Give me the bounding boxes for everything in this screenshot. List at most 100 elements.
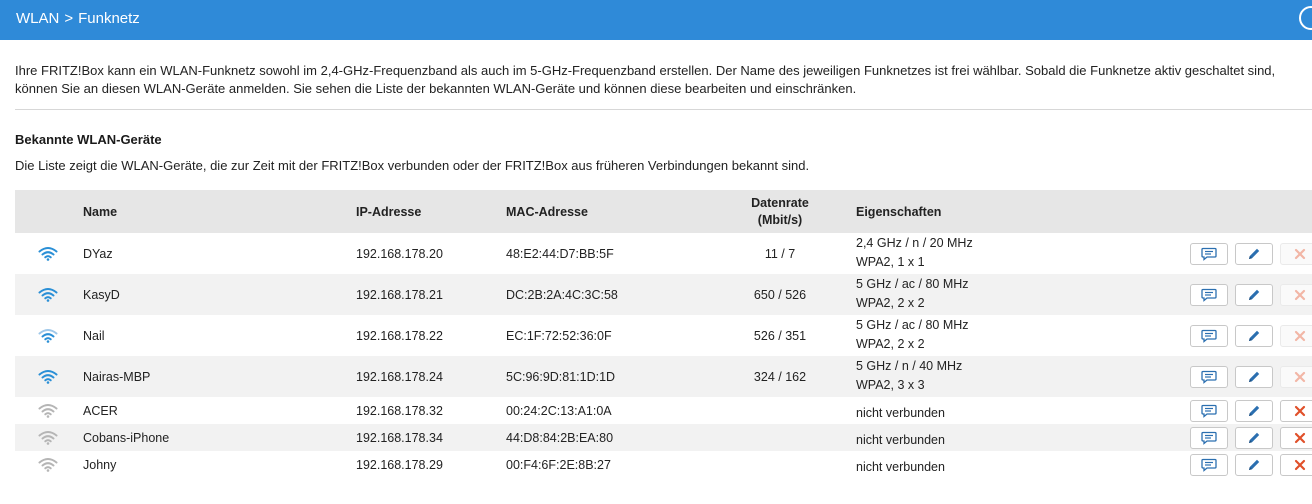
device-name: Nairas-MBP bbox=[83, 370, 151, 384]
column-header-rate-line1: Datenrate bbox=[751, 196, 809, 210]
table-header: Name IP-Adresse MAC-Adresse Datenrate (Mb… bbox=[15, 190, 1312, 233]
delete-button[interactable] bbox=[1280, 284, 1312, 306]
device-properties: 5 GHz / n / 40 MHz WPA2, 3 x 3 bbox=[856, 357, 962, 395]
device-properties-line1: nicht verbunden bbox=[856, 406, 945, 420]
close-icon bbox=[1294, 432, 1306, 444]
comment-button[interactable] bbox=[1190, 243, 1228, 265]
edit-button[interactable] bbox=[1235, 454, 1273, 476]
device-properties: nicht verbunden bbox=[856, 404, 945, 423]
comment-button[interactable] bbox=[1190, 427, 1228, 449]
table-row: Nail 192.168.178.22 EC:1F:72:52:36:0F 526 /… bbox=[15, 315, 1312, 356]
close-icon bbox=[1294, 330, 1306, 342]
device-ip: 192.168.178.21 bbox=[356, 288, 443, 302]
pencil-icon bbox=[1249, 371, 1260, 382]
wifi-signal-strong-icon bbox=[38, 246, 58, 261]
edit-button[interactable] bbox=[1235, 427, 1273, 449]
delete-button[interactable] bbox=[1280, 400, 1312, 422]
section-description: Die Liste zeigt die WLAN-Geräte, die zur… bbox=[15, 158, 810, 173]
help-icon[interactable] bbox=[1299, 6, 1312, 30]
device-properties: 5 GHz / ac / 80 MHz WPA2, 2 x 2 bbox=[856, 316, 969, 354]
table-row: Nairas-MBP 192.168.178.24 5C:96:9D:81:1D:1… bbox=[15, 356, 1312, 397]
close-icon bbox=[1294, 289, 1306, 301]
delete-button[interactable] bbox=[1280, 454, 1312, 476]
comment-button[interactable] bbox=[1190, 366, 1228, 388]
device-properties: nicht verbunden bbox=[856, 431, 945, 450]
comment-icon bbox=[1201, 404, 1217, 418]
column-header-name: Name bbox=[83, 205, 118, 219]
device-properties-line2: WPA2, 2 x 2 bbox=[856, 296, 925, 310]
section-title: Bekannte WLAN-Geräte bbox=[15, 132, 162, 147]
wifi-disconnected-icon bbox=[38, 457, 58, 472]
comment-icon bbox=[1201, 247, 1217, 261]
device-mac: 5C:96:9D:81:1D:1D bbox=[506, 370, 616, 384]
pencil-icon bbox=[1249, 432, 1260, 443]
device-name: KasyD bbox=[83, 288, 120, 302]
device-datarate: 324 / 162 bbox=[753, 370, 807, 384]
wifi-disconnected-icon bbox=[38, 403, 58, 418]
device-name: ACER bbox=[83, 404, 118, 418]
device-ip: 192.168.178.24 bbox=[356, 370, 443, 384]
device-mac: 44:D8:84:2B:EA:80 bbox=[506, 431, 614, 445]
edit-button[interactable] bbox=[1235, 400, 1273, 422]
device-properties-line1: nicht verbunden bbox=[856, 433, 945, 447]
comment-icon bbox=[1201, 431, 1217, 445]
close-icon bbox=[1294, 405, 1306, 417]
device-mac: EC:1F:72:52:36:0F bbox=[506, 329, 612, 343]
top-bar: WLAN > Funknetz bbox=[0, 0, 1312, 40]
breadcrumb-current: Funknetz bbox=[78, 10, 140, 27]
device-properties-line1: 5 GHz / ac / 80 MHz bbox=[856, 277, 969, 291]
device-ip: 192.168.178.22 bbox=[356, 329, 443, 343]
device-properties-line2: WPA2, 3 x 3 bbox=[856, 378, 925, 392]
device-mac: 48:E2:44:D7:BB:5F bbox=[506, 247, 614, 261]
breadcrumb: WLAN > Funknetz bbox=[16, 10, 140, 27]
device-datarate: 526 / 351 bbox=[753, 329, 807, 343]
device-properties-line1: 2,4 GHz / n / 20 MHz bbox=[856, 236, 973, 250]
intro-text: Ihre FRITZ!Box kann ein WLAN-Funknetz so… bbox=[15, 63, 1276, 96]
comment-button[interactable] bbox=[1190, 454, 1228, 476]
comment-button[interactable] bbox=[1190, 400, 1228, 422]
device-properties: nicht verbunden bbox=[856, 458, 945, 477]
wifi-disconnected-icon bbox=[38, 430, 58, 445]
delete-button[interactable] bbox=[1280, 243, 1312, 265]
pencil-icon bbox=[1249, 289, 1260, 300]
device-mac: DC:2B:2A:4C:3C:58 bbox=[506, 288, 618, 302]
device-name: DYaz bbox=[83, 247, 113, 261]
device-properties: 2,4 GHz / n / 20 MHz WPA2, 1 x 1 bbox=[856, 234, 973, 272]
comment-button[interactable] bbox=[1190, 325, 1228, 347]
column-header-mac: MAC-Adresse bbox=[506, 205, 588, 219]
device-ip: 192.168.178.20 bbox=[356, 247, 443, 261]
device-ip: 192.168.178.32 bbox=[356, 404, 443, 418]
column-header-ip: IP-Adresse bbox=[356, 205, 422, 219]
breadcrumb-separator: > bbox=[64, 10, 74, 27]
device-datarate: 650 / 526 bbox=[753, 288, 807, 302]
delete-button[interactable] bbox=[1280, 325, 1312, 347]
edit-button[interactable] bbox=[1235, 366, 1273, 388]
device-properties-line1: 5 GHz / n / 40 MHz bbox=[856, 359, 963, 373]
pencil-icon bbox=[1249, 330, 1260, 341]
device-properties-line1: nicht verbunden bbox=[856, 460, 945, 474]
comment-icon bbox=[1201, 288, 1217, 302]
table-row: DYaz 192.168.178.20 48:E2:44:D7:BB:5F 11 / … bbox=[15, 233, 1312, 274]
device-name: Cobans-iPhone bbox=[83, 431, 170, 445]
delete-button[interactable] bbox=[1280, 366, 1312, 388]
edit-button[interactable] bbox=[1235, 325, 1273, 347]
device-name: Johny bbox=[83, 458, 117, 472]
breadcrumb-parent[interactable]: WLAN bbox=[16, 10, 59, 27]
pencil-icon bbox=[1249, 405, 1260, 416]
comment-button[interactable] bbox=[1190, 284, 1228, 306]
device-mac: 00:F4:6F:2E:8B:27 bbox=[506, 458, 611, 472]
comment-icon bbox=[1201, 370, 1217, 384]
column-header-properties: Eigenschaften bbox=[856, 205, 942, 219]
wifi-signal-medium-icon bbox=[38, 328, 58, 343]
wifi-signal-strong-icon bbox=[38, 369, 58, 384]
pencil-icon bbox=[1249, 459, 1260, 470]
edit-button[interactable] bbox=[1235, 284, 1273, 306]
table-row: Cobans-iPhone 192.168.178.34 44:D8:84:2B:E… bbox=[15, 424, 1312, 451]
close-icon bbox=[1294, 248, 1306, 260]
table-row: ACER 192.168.178.32 00:24:2C:13:A1:0A nicht… bbox=[15, 397, 1312, 424]
close-icon bbox=[1294, 459, 1306, 471]
column-header-rate: Datenrate (Mbit/s) bbox=[720, 195, 840, 229]
delete-button[interactable] bbox=[1280, 427, 1312, 449]
edit-button[interactable] bbox=[1235, 243, 1273, 265]
comment-icon bbox=[1201, 329, 1217, 343]
